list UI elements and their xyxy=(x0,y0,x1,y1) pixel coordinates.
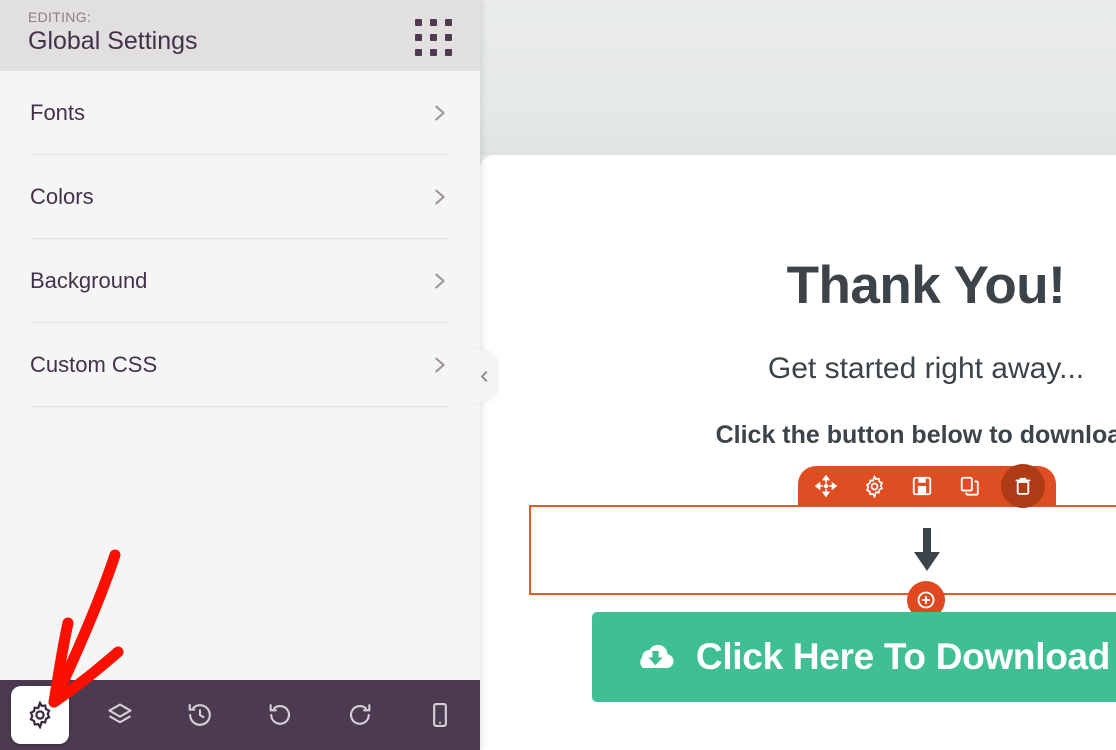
save-icon[interactable] xyxy=(905,469,939,503)
sidebar-item-colors[interactable]: Colors xyxy=(30,155,450,239)
toolbar-undo-button[interactable] xyxy=(240,680,320,750)
toolbar-redo-button[interactable] xyxy=(320,680,400,750)
panel-bottom-toolbar xyxy=(0,680,480,750)
dot-grid-icon[interactable] xyxy=(415,19,452,56)
panel-title: Global Settings xyxy=(28,27,198,55)
duplicate-icon[interactable] xyxy=(953,469,987,503)
panel-collapse-button[interactable] xyxy=(472,348,496,404)
sidebar-item-label: Custom CSS xyxy=(30,351,158,377)
chevron-right-icon xyxy=(428,102,450,124)
toolbar-revisions-button[interactable] xyxy=(160,680,240,750)
cta-instruction-text: Click the button below to download xyxy=(715,421,1116,449)
app-root: Thank You! Get started right away... Cli… xyxy=(0,0,1116,750)
sidebar-item-custom-css[interactable]: Custom CSS xyxy=(30,323,450,407)
sidebar-item-background[interactable]: Background xyxy=(30,239,450,323)
arrow-down-icon xyxy=(910,528,944,572)
move-icon[interactable] xyxy=(809,469,843,503)
toolbar-mobile-preview-button[interactable] xyxy=(400,680,480,750)
sidebar-item-fonts[interactable]: Fonts xyxy=(30,71,450,155)
chevron-right-icon xyxy=(428,186,450,208)
cloud-download-icon xyxy=(634,641,676,673)
element-toolbar xyxy=(798,464,1056,508)
editing-label: EDITING: xyxy=(28,9,92,25)
canvas-top-strip xyxy=(480,0,1116,155)
toolbar-layers-button[interactable] xyxy=(80,680,160,750)
chevron-right-icon xyxy=(428,354,450,376)
panel-header: EDITING: Global Settings xyxy=(0,0,480,71)
download-button-label: Click Here To Download xyxy=(695,636,1111,677)
sidebar-item-label: Background xyxy=(30,267,148,293)
download-button[interactable]: Click Here To Download xyxy=(592,612,1116,702)
settings-list: Fonts Colors Background Custom CSS xyxy=(0,71,480,407)
settings-panel: EDITING: Global Settings Fonts Colors Ba… xyxy=(0,0,480,750)
trash-icon[interactable] xyxy=(1001,464,1045,508)
chevron-right-icon xyxy=(428,270,450,292)
page-subtitle: Get started right away... xyxy=(767,352,1085,385)
page-title: Thank You! xyxy=(786,256,1066,315)
toolbar-settings-button[interactable] xyxy=(11,686,69,744)
sidebar-item-label: Colors xyxy=(30,183,94,209)
gear-icon[interactable] xyxy=(857,469,891,503)
sidebar-item-label: Fonts xyxy=(30,99,86,125)
selected-element-outline[interactable] xyxy=(529,505,1116,595)
